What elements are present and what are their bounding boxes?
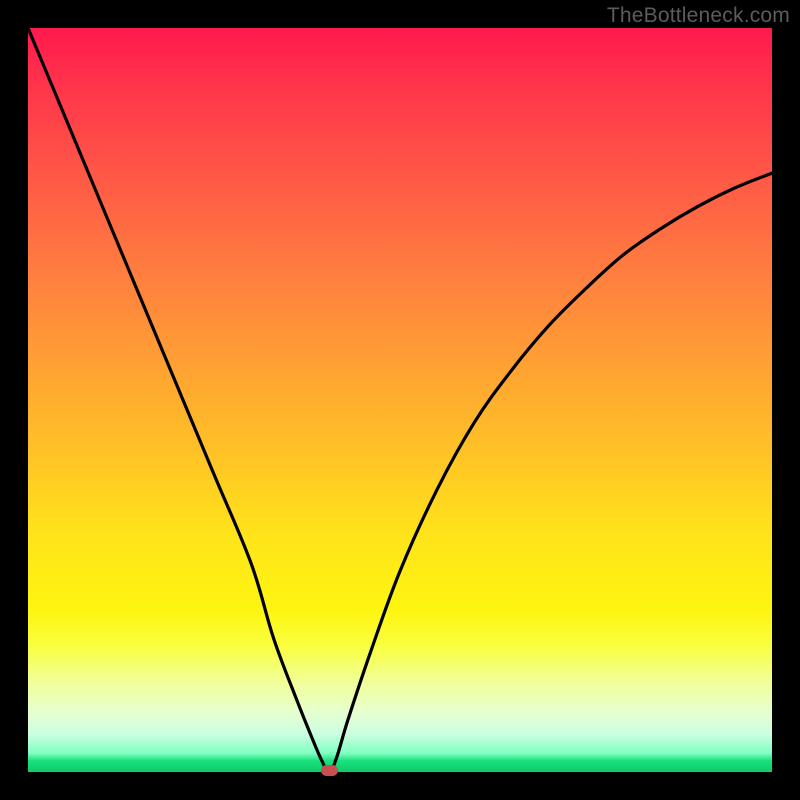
bottleneck-curve: [28, 28, 772, 772]
chart-frame: TheBottleneck.com: [0, 0, 800, 800]
minimum-marker: [321, 765, 338, 776]
curve-path: [28, 28, 772, 772]
watermark-text: TheBottleneck.com: [607, 4, 790, 28]
plot-area: [28, 28, 772, 772]
